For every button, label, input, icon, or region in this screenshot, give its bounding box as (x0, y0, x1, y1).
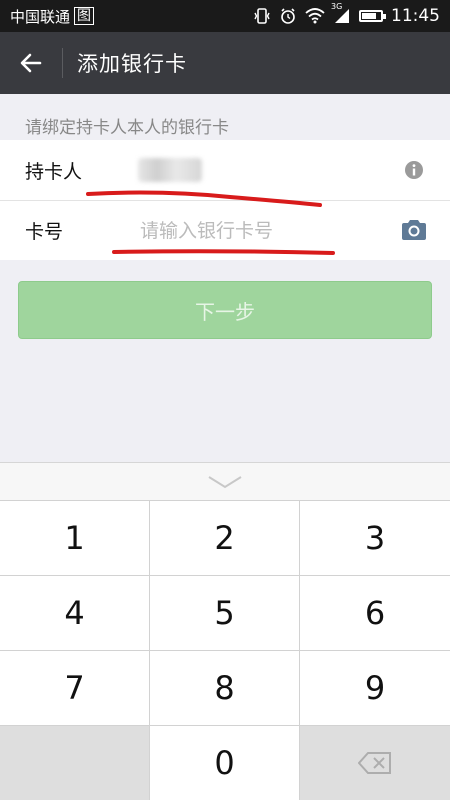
status-right: 3G 11:45 (253, 2, 440, 26)
carrier-name: 中国联通 (10, 7, 71, 26)
network-type: 3G (331, 2, 343, 11)
title-divider (62, 48, 63, 78)
backspace-icon (358, 752, 391, 774)
chevron-down-icon (208, 475, 242, 488)
carrier-badge: 图 (74, 7, 95, 25)
wifi-icon (305, 8, 325, 24)
battery-icon (359, 10, 386, 22)
cardholder-row: 持卡人 (0, 140, 450, 200)
camera-icon[interactable] (400, 219, 428, 245)
keyboard-collapse-button[interactable] (0, 462, 450, 500)
status-bar: 中国联通 图 3G 11:45 (0, 0, 450, 32)
page-title: 添加银行卡 (77, 52, 187, 76)
key-6[interactable]: 6 (300, 576, 450, 650)
key-0[interactable]: 0 (150, 726, 299, 800)
key-2[interactable]: 2 (150, 501, 299, 575)
status-left: 中国联通 图 (10, 6, 95, 27)
card-number-input[interactable] (138, 214, 372, 248)
signal-icon: 3G (331, 2, 351, 24)
backspace-key[interactable] (300, 726, 450, 800)
key-blank (0, 726, 149, 800)
key-9[interactable]: 9 (300, 651, 450, 725)
cardholder-label: 持卡人 (25, 160, 83, 183)
key-5[interactable]: 5 (150, 576, 299, 650)
key-3[interactable]: 3 (300, 501, 450, 575)
key-7[interactable]: 7 (0, 651, 149, 725)
info-icon[interactable] (404, 160, 424, 184)
back-button[interactable] (0, 32, 62, 94)
key-8[interactable]: 8 (150, 651, 299, 725)
key-1[interactable]: 1 (0, 501, 149, 575)
next-button[interactable]: 下一步 (18, 281, 432, 339)
numeric-keypad: 1 2 3 4 5 6 7 8 9 0 (0, 500, 450, 800)
cardholder-name-blurred (138, 158, 202, 182)
title-bar: 添加银行卡 (0, 32, 450, 94)
card-number-label: 卡号 (25, 220, 64, 243)
card-form: 持卡人 卡号 (0, 140, 450, 260)
arrow-left-icon (20, 53, 42, 73)
clock: 11:45 (391, 6, 440, 26)
alarm-icon (279, 7, 297, 25)
bind-hint: 请绑定持卡人本人的银行卡 (25, 118, 229, 138)
card-number-row: 卡号 (0, 200, 450, 260)
vibrate-icon (253, 7, 271, 25)
key-4[interactable]: 4 (0, 576, 149, 650)
